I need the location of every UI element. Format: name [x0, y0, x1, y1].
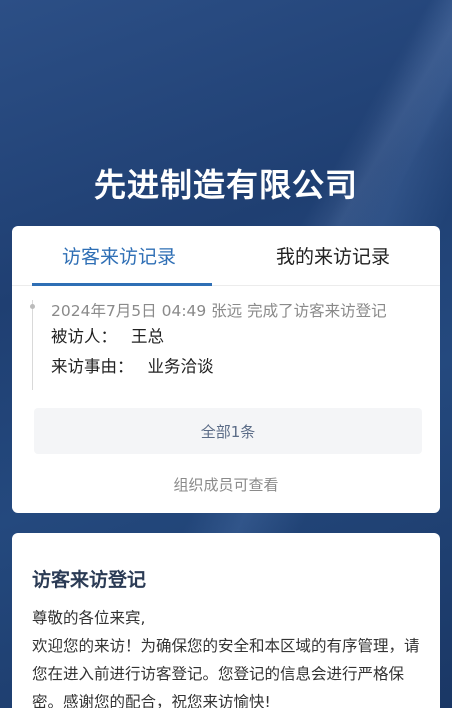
visited-label: 被访人： — [51, 327, 117, 346]
visibility-note: 组织成员可查看 — [173, 476, 279, 494]
view-all-button[interactable]: 全部1条 — [34, 408, 422, 454]
register-card: 访客来访登记 尊敬的各位来宾, 欢迎您的来访！为确保您的安全和本区域的有序管理，… — [12, 533, 440, 708]
visited-value: 王总 — [131, 327, 164, 346]
record-visit-reason: 来访事由： 业务洽谈 — [51, 352, 420, 382]
reason-value: 业务洽谈 — [147, 357, 214, 376]
register-greeting: 尊敬的各位来宾, — [32, 609, 146, 627]
visit-record-item[interactable]: 2024年7月5日 04:49 张远 完成了访客来访登记 被访人： 王总 来访事由… — [30, 300, 420, 390]
register-body: 欢迎您的来访！为确保您的安全和本区域的有序管理，请您在进入前进行访客登记。您登记… — [32, 637, 420, 708]
record-visited-person: 被访人： 王总 — [51, 322, 420, 352]
reason-label: 来访事由： — [51, 357, 134, 376]
company-title: 先进制造有限公司 — [93, 166, 358, 204]
record-header: 2024年7月5日 04:49 张远 完成了访客来访登记 — [51, 302, 387, 320]
tab-visitor-records[interactable]: 访客来访记录 — [12, 226, 226, 285]
active-tab-indicator — [32, 283, 212, 286]
register-title: 访客来访登记 — [32, 569, 147, 591]
timeline-dot-icon — [30, 304, 35, 309]
records-card: 访客来访记录 我的来访记录 2024年7月5日 04:49 张远 完成了访客来访… — [12, 226, 440, 513]
tab-bar: 访客来访记录 我的来访记录 — [12, 226, 440, 286]
tab-my-records[interactable]: 我的来访记录 — [226, 226, 440, 285]
